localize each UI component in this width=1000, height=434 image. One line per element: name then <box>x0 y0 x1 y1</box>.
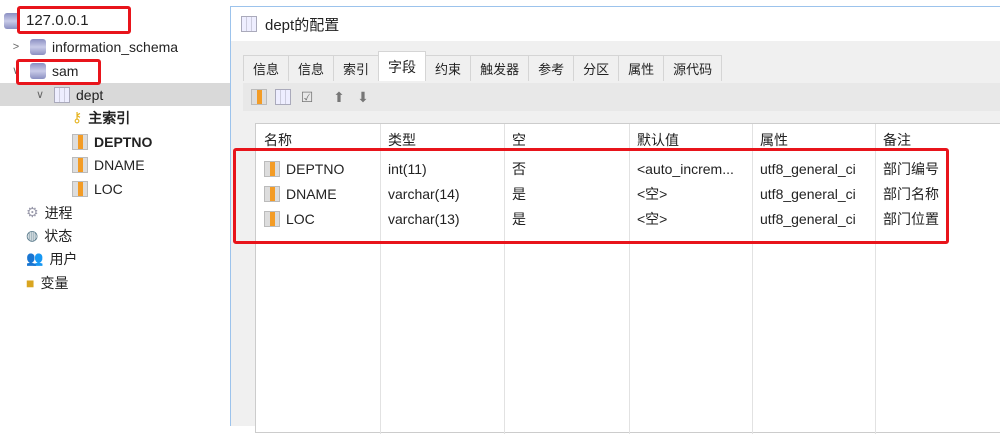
arrow-down-icon[interactable]: ⬇ <box>355 89 371 105</box>
delete-column-icon[interactable] <box>275 89 291 105</box>
tab-indexes[interactable]: 索引 <box>333 55 380 81</box>
highlight-box <box>233 148 949 244</box>
table-icon <box>241 16 257 32</box>
tab-source[interactable]: 源代码 <box>663 55 723 81</box>
tree-primary-index[interactable]: ⚷ 主索引 <box>72 106 130 129</box>
tree-table-dept[interactable]: ∨ dept <box>0 83 230 106</box>
database-icon <box>30 38 46 55</box>
tab-bar: 信息 信息 索引 字段 约束 触发器 参考 分区 属性 源代码 <box>243 51 723 81</box>
add-column-icon[interactable] <box>251 89 267 105</box>
users-icon: 👥 <box>26 250 44 266</box>
tab-fields[interactable]: 字段 <box>378 51 427 81</box>
key-icon: ⚷ <box>72 109 83 125</box>
tab-partitions[interactable]: 分区 <box>573 55 620 81</box>
box-icon: ■ <box>26 274 35 291</box>
column-icon <box>72 180 88 197</box>
gears-icon: ⚙ <box>26 204 39 220</box>
tree-status[interactable]: ◍ 状态 <box>26 224 72 247</box>
tree-variables[interactable]: ■ 变量 <box>26 271 68 294</box>
column-icon <box>72 133 88 150</box>
tree-column-loc[interactable]: LOC <box>72 177 123 200</box>
tree-processes[interactable]: ⚙ 进程 <box>26 201 73 224</box>
column-icon <box>72 156 88 173</box>
tab-info[interactable]: 信息 <box>243 55 290 81</box>
tree-column-dname[interactable]: DNAME <box>72 153 145 176</box>
window-title: dept的配置 <box>265 16 340 34</box>
chevron-right-icon[interactable]: > <box>10 41 22 53</box>
tab-triggers[interactable]: 触发器 <box>470 55 530 81</box>
checklist-icon[interactable]: ☑ <box>299 89 315 105</box>
tree-column-deptno[interactable]: DEPTNO <box>72 130 152 153</box>
arrow-up-icon[interactable]: ⬆ <box>331 89 347 105</box>
tab-constraints[interactable]: 约束 <box>425 55 472 81</box>
tab-info-2[interactable]: 信息 <box>288 55 335 81</box>
highlight-box <box>16 59 101 85</box>
highlight-box <box>17 6 131 34</box>
table-icon <box>54 86 70 103</box>
tree-users[interactable]: 👥 用户 <box>26 247 77 270</box>
globe-icon: ◍ <box>26 227 39 243</box>
window-title-bar: dept的配置 <box>231 7 1000 41</box>
tab-properties[interactable]: 属性 <box>618 55 665 81</box>
chevron-down-icon[interactable]: ∨ <box>34 88 46 101</box>
tree-db-information-schema[interactable]: > information_schema <box>4 35 178 58</box>
fields-toolbar: ☑ ⬆ ⬇ <box>243 83 1000 111</box>
tab-references[interactable]: 参考 <box>528 55 575 81</box>
